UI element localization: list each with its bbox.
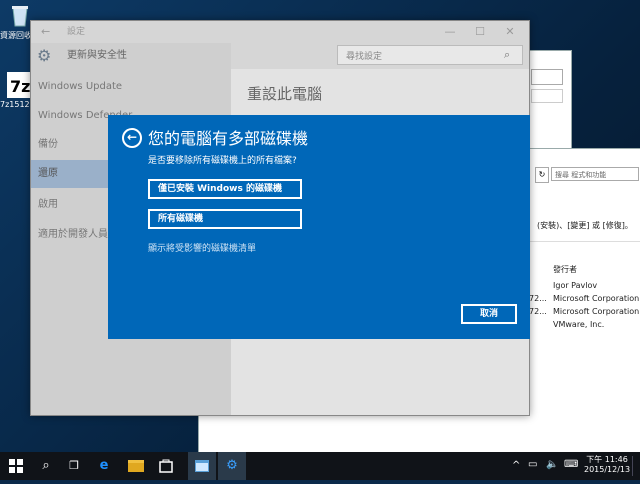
search-icon[interactable]: ⌕ — [32, 452, 60, 480]
network-icon[interactable]: ▭ — [528, 459, 537, 470]
search-placeholder: 尋找設定 — [346, 52, 383, 62]
header-divider — [529, 241, 640, 242]
tray-chevron-icon[interactable]: ^ — [512, 460, 520, 471]
file-explorer-icon[interactable] — [122, 452, 150, 480]
table-row[interactable]: Microsoft Corporation — [549, 305, 639, 319]
store-icon[interactable] — [152, 452, 180, 480]
back-arrow-icon[interactable]: ← — [122, 128, 142, 148]
show-desktop-button[interactable] — [632, 456, 639, 476]
settings-search-input[interactable]: 尋找設定 ⌕ — [337, 45, 523, 65]
show-drives-link[interactable]: 顯示將受影響的磁碟機清單 — [148, 241, 256, 254]
close-icon[interactable]: ✕ — [495, 21, 525, 43]
gear-icon: ⚙ — [37, 46, 52, 65]
window-title: 設定 — [67, 27, 86, 37]
dialog-title: 您的電腦有多部磁碟機 — [148, 129, 309, 148]
title-bar[interactable]: ← 設定 — ☐ ✕ — [31, 21, 529, 43]
all-drives-button[interactable]: 所有磁碟機 — [148, 209, 302, 229]
dropdown-box[interactable] — [531, 89, 563, 103]
reset-pc-dialog: ← 您的電腦有多部磁碟機 是否要移除所有磁碟機上的所有檔案? 僅已安裝 Wind… — [108, 115, 530, 339]
ime-icon[interactable]: ⌨ — [564, 459, 578, 470]
start-windows-icon[interactable] — [2, 452, 30, 480]
page-header: 更新與安全性 — [67, 50, 127, 61]
clock[interactable]: 下午 11:46 2015/12/13 — [584, 455, 630, 475]
volume-icon[interactable]: 🔈 — [546, 459, 558, 470]
table-row[interactable]: Microsoft Corporation — [549, 292, 639, 306]
windows-drive-only-button[interactable]: 僅已安裝 Windows 的磁碟機 — [148, 179, 302, 199]
back-arrow-icon[interactable]: ← — [41, 21, 50, 43]
dialog-question: 是否要移除所有磁碟機上的所有檔案? — [148, 156, 297, 166]
settings-taskbar-icon[interactable]: ⚙ — [218, 452, 246, 480]
close-icon[interactable] — [531, 69, 563, 85]
refresh-icon[interactable]: ↻ — [535, 167, 549, 183]
sidebar-item-windows-update[interactable]: Windows Update — [31, 73, 231, 101]
table-row[interactable]: VMware, Inc. — [549, 318, 604, 332]
maximize-icon[interactable]: ☐ — [465, 21, 495, 43]
publisher-header[interactable]: 發行者 — [549, 263, 577, 277]
programs-window-taskbar-icon[interactable] — [188, 452, 216, 480]
edge-browser-icon[interactable]: e — [90, 452, 118, 480]
clock-date: 2015/12/13 — [584, 465, 631, 474]
svg-text:7z: 7z — [10, 77, 30, 96]
search-icon: ⌕ — [504, 48, 511, 61]
task-view-icon[interactable]: ❐ — [60, 452, 88, 480]
minimize-icon[interactable]: — — [435, 21, 465, 43]
page-title: 重設此電腦 — [247, 85, 323, 103]
programs-search-input[interactable]: 搜尋 程式和功能 — [551, 167, 639, 181]
clock-time: 下午 11:46 — [586, 455, 628, 464]
cancel-button[interactable]: 取消 — [461, 304, 517, 324]
table-row[interactable]: Igor Pavlov — [549, 279, 597, 293]
toolbar-text: (安裝)、[變更] 或 [修復]。 — [537, 221, 633, 230]
